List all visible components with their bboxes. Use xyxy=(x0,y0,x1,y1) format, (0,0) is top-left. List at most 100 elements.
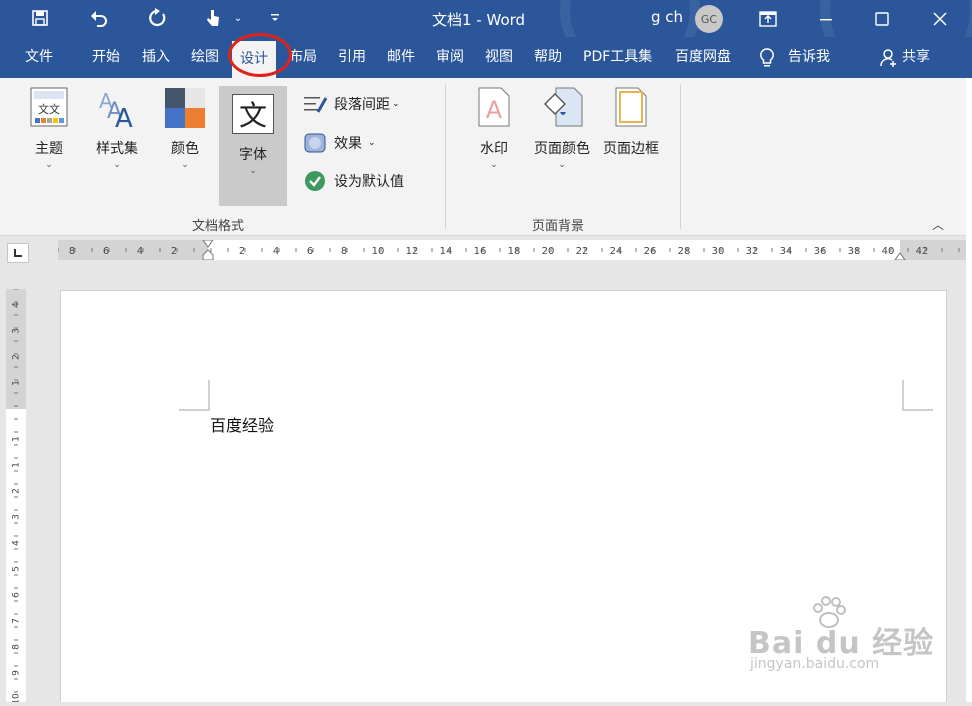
share-person-icon xyxy=(880,48,896,67)
chevron-up-icon: ︿ xyxy=(932,218,945,232)
ruler-label: 7 xyxy=(12,618,22,624)
ruler-label: 26 xyxy=(644,246,657,257)
watermark-button[interactable]: A 水印 ⌄ xyxy=(474,86,514,170)
themes-button[interactable]: 文文 主题 ⌄ xyxy=(26,86,72,170)
customize-qat-icon[interactable] xyxy=(262,6,288,30)
collapse-ribbon-button[interactable]: ︿ xyxy=(932,216,944,233)
ribbon-display-options-button[interactable] xyxy=(740,0,796,37)
ruler-label: 28 xyxy=(678,246,691,257)
ruler-label: 20 xyxy=(542,246,555,257)
effects-button[interactable]: 效果 ⌄ xyxy=(304,133,376,153)
tab-selector[interactable] xyxy=(7,243,29,263)
vertical-ruler[interactable]: 432111234567891011 xyxy=(6,288,26,705)
ruler-label: 38 xyxy=(848,246,861,257)
tab-mailings[interactable]: 邮件 xyxy=(387,37,415,78)
ruler-label: 16 xyxy=(474,246,487,257)
ruler-label: 1 xyxy=(12,436,22,442)
ruler-label: 10 xyxy=(372,246,385,257)
minimize-button[interactable] xyxy=(798,0,854,37)
vertical-ruler-scale: 432111234567891011 xyxy=(6,288,26,705)
lightbulb-icon xyxy=(760,47,774,66)
vertical-scroll-gutter[interactable] xyxy=(966,78,972,702)
ruler-label: 40 xyxy=(882,246,895,257)
themes-icon: 文文 xyxy=(29,86,69,128)
tab-references[interactable]: 引用 xyxy=(338,37,366,78)
chevron-down-icon: ⌄ xyxy=(45,160,53,170)
paragraph-spacing-button[interactable]: 段落间距 ⌄ xyxy=(304,94,400,114)
ruler-label: 22 xyxy=(576,246,589,257)
tab-help[interactable]: 帮助 xyxy=(534,37,562,78)
themes-label: 主题 xyxy=(35,141,63,157)
ruler-label: 4 xyxy=(12,540,22,546)
left-tab-icon xyxy=(14,249,22,257)
ruler-label: 8 xyxy=(12,644,22,650)
page-borders-button[interactable]: 页面边框 xyxy=(600,86,662,158)
maximize-icon xyxy=(875,11,889,26)
tab-baidu-netdisk[interactable]: 百度网盘 xyxy=(675,37,731,78)
horizontal-ruler[interactable]: 8 6 4 2 2 4 6 8 10 12 14 16 18 20 22 24 26 28 30 32 34 36 38 40… xyxy=(57,239,968,261)
chevron-down-icon: ⌄ xyxy=(392,99,400,109)
colors-label: 颜色 xyxy=(171,141,199,157)
ruler-label: 8 xyxy=(69,246,75,257)
effects-icon xyxy=(304,133,326,153)
paragraph-spacing-icon xyxy=(304,97,328,113)
fonts-label: 字体 xyxy=(239,147,267,163)
ruler-label: 8 xyxy=(341,246,347,257)
ruler-label: 10 xyxy=(12,693,22,702)
tab-file[interactable]: 文件 xyxy=(25,37,53,78)
set-as-default-button[interactable]: 设为默认值 xyxy=(304,170,404,192)
maximize-button[interactable] xyxy=(854,0,910,37)
tab-review[interactable]: 审阅 xyxy=(436,37,464,78)
colors-button[interactable]: 颜色 ⌄ xyxy=(164,86,206,170)
chevron-down-icon[interactable]: ⌄ xyxy=(225,6,251,30)
svg-text:A: A xyxy=(115,104,133,128)
ruler-label: 3 xyxy=(12,328,22,334)
svg-text:A: A xyxy=(486,96,503,124)
ribbon-design: 文文 主题 ⌄ AAA 样式集 ⌄ 颜色 ⌄ 文 字体 ⌄ 段落间距 ⌄ 效果 … xyxy=(0,78,966,236)
group-separator xyxy=(445,84,446,229)
ruler-label: 2 xyxy=(12,354,22,360)
margin-corner-top-right xyxy=(902,380,933,411)
avatar[interactable]: GC xyxy=(695,5,723,33)
svg-text:文文: 文文 xyxy=(38,102,60,116)
ruler-label: 3 xyxy=(12,514,22,520)
ruler-label: 2 xyxy=(239,246,245,257)
tab-layout[interactable]: 布局 xyxy=(289,37,317,78)
style-set-button[interactable]: AAA 样式集 ⌄ xyxy=(94,86,140,170)
document-body-text[interactable]: 百度经验 xyxy=(210,412,274,436)
user-name[interactable]: g ch xyxy=(651,8,683,26)
ruler-label: 24 xyxy=(610,246,623,257)
touch-mode-icon[interactable] xyxy=(200,6,226,30)
share-button[interactable]: 共享 xyxy=(880,37,930,78)
chevron-down-icon: ⌄ xyxy=(181,160,189,170)
ruler-label: 1 xyxy=(12,380,22,386)
page-color-label: 页面颜色 xyxy=(534,141,590,157)
ruler-label: 14 xyxy=(440,246,453,257)
fonts-icon: 文 xyxy=(232,94,274,134)
ruler-label: 42 xyxy=(916,246,929,257)
ruler-label: 4 xyxy=(12,302,22,308)
tab-pdf-tools[interactable]: PDF工具集 xyxy=(583,37,652,78)
chevron-down-icon: ⌄ xyxy=(113,160,121,170)
tab-view[interactable]: 视图 xyxy=(485,37,513,78)
tell-me-box[interactable]: 告诉我 xyxy=(758,37,830,78)
page-color-button[interactable]: 页面颜色 ⌄ xyxy=(531,86,593,170)
effects-label: 效果 xyxy=(334,136,362,152)
ruler-label: 12 xyxy=(406,246,419,257)
group-label-page-background: 页面背景 xyxy=(532,219,585,234)
close-button[interactable] xyxy=(912,0,968,37)
horizontal-ruler-scale: 8 6 4 2 2 4 6 8 10 12 14 16 18 20 22 24 26 28 30 32 34 36 38 40… xyxy=(57,239,968,261)
style-set-label: 样式集 xyxy=(96,141,138,157)
ruler-label: 2 xyxy=(12,488,22,494)
redo-icon[interactable] xyxy=(145,6,171,30)
close-icon xyxy=(933,11,947,26)
ruler-label: 5 xyxy=(12,566,22,572)
save-icon[interactable] xyxy=(27,6,53,30)
tab-home[interactable]: 开始 xyxy=(92,37,120,78)
fonts-button[interactable]: 文 字体 ⌄ xyxy=(219,86,287,206)
undo-icon[interactable] xyxy=(86,6,112,30)
tab-insert[interactable]: 插入 xyxy=(142,37,170,78)
share-label: 共享 xyxy=(902,49,930,65)
ruler-label: 9 xyxy=(12,670,22,676)
tab-draw[interactable]: 绘图 xyxy=(191,37,219,78)
